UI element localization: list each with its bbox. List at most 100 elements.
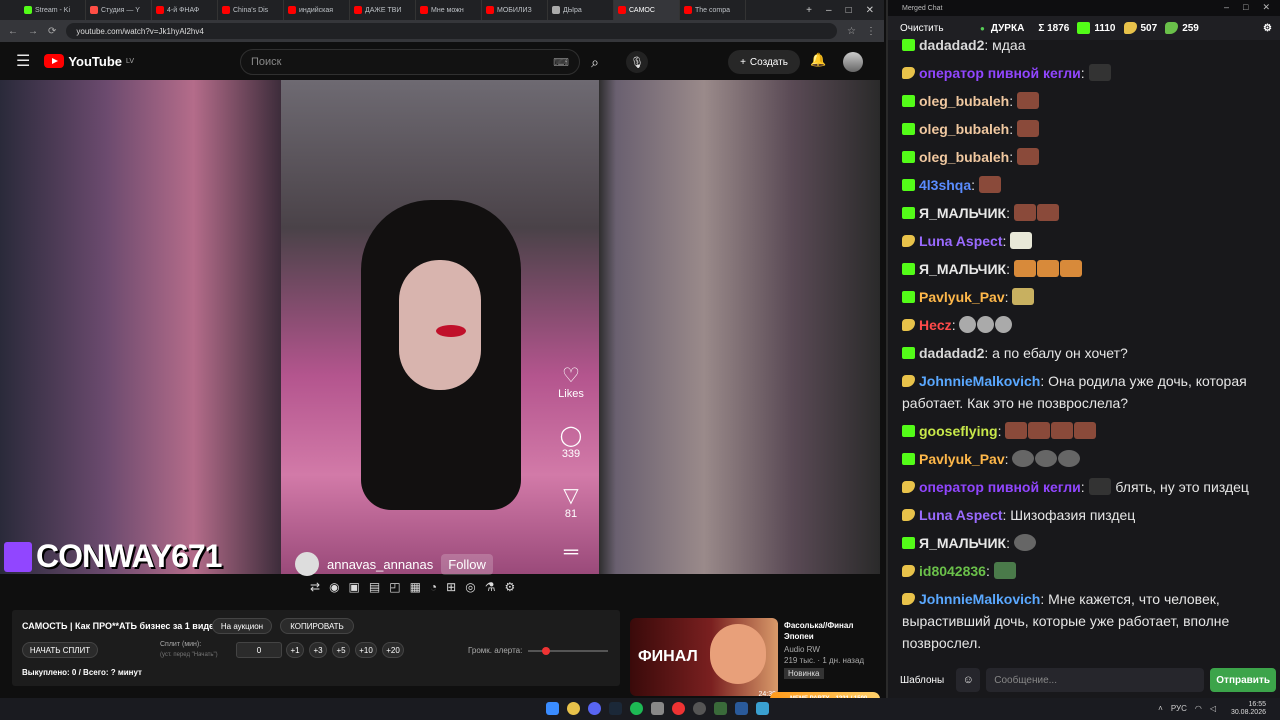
minimize-icon[interactable]: – — [1224, 2, 1229, 13]
channel-avatar[interactable] — [295, 552, 319, 576]
speed-icon[interactable]: ◔ — [430, 580, 437, 594]
chat-username[interactable]: оператор пивной кегли — [919, 65, 1081, 81]
cinema-icon[interactable]: ▣ — [349, 580, 360, 594]
minimize-icon[interactable]: – — [826, 5, 832, 16]
menu-icon[interactable]: ☰ — [16, 51, 30, 71]
send-button[interactable]: Отправить — [1210, 668, 1276, 692]
forward-icon[interactable]: → — [28, 26, 38, 37]
chat-username[interactable]: Pavlyuk_Pav — [919, 451, 1005, 467]
search-input[interactable]: Поиск ⌨ — [240, 49, 580, 75]
browser-tab[interactable]: The compa — [680, 0, 746, 20]
discord-icon[interactable] — [588, 702, 601, 715]
bell-icon[interactable]: 🔔 — [810, 52, 826, 68]
like-button[interactable]: ♡ Likes — [546, 364, 596, 400]
reload-icon[interactable]: ⟳ — [48, 26, 56, 37]
chat-username[interactable]: dadadad2 — [919, 345, 984, 361]
comment-button[interactable]: ◯ 339 — [546, 424, 596, 460]
browser-tab[interactable]: 4-й ФНАФ — [152, 0, 218, 20]
telegram-icon[interactable] — [756, 702, 769, 715]
settings-icon[interactable]: ⚙ — [1263, 23, 1272, 34]
chat-username[interactable]: Luna Aspect — [919, 507, 1003, 523]
chat-username[interactable]: JohnnieMalkovich — [919, 373, 1040, 389]
new-tab-button[interactable]: + — [806, 5, 812, 16]
browser-tab[interactable]: Мне можн — [416, 0, 482, 20]
chat-username[interactable]: oleg_bubaleh — [919, 121, 1009, 137]
chat-username[interactable]: Я_МАЛЬЧИК — [919, 535, 1006, 551]
split-step-button[interactable]: +5 — [332, 642, 350, 658]
emoji-icon[interactable]: ☺ — [956, 668, 981, 692]
tray-chevron-icon[interactable]: ˄ — [1158, 704, 1163, 713]
film-icon[interactable]: ▦ — [410, 580, 421, 594]
gear-icon[interactable]: ⚙ — [504, 580, 515, 594]
message-input[interactable]: Сообщение... — [986, 668, 1205, 692]
auction-button[interactable]: На аукцион — [212, 618, 272, 634]
split-step-button[interactable]: +1 — [286, 642, 304, 658]
split-input[interactable]: 0 — [236, 642, 282, 658]
browser-tab[interactable]: ДЫра — [548, 0, 614, 20]
add-icon[interactable]: ⊞ — [446, 580, 456, 594]
app-icon[interactable] — [651, 702, 664, 715]
browser-tab[interactable]: Студия — Y — [86, 0, 152, 20]
keyboard-icon[interactable]: ⌨ — [553, 56, 569, 69]
chat-username[interactable]: oleg_bubaleh — [919, 93, 1009, 109]
templates-button[interactable]: Шаблоны — [894, 671, 950, 690]
bookmark-icon[interactable]: ☆ — [847, 26, 856, 37]
screenshot-icon[interactable]: ◎ — [465, 580, 475, 594]
obs-icon[interactable] — [693, 702, 706, 715]
chat-username[interactable]: Я_МАЛЬЧИК — [919, 261, 1006, 277]
chat-username[interactable]: 4l3shqa — [919, 177, 971, 193]
recommended-thumbnail[interactable]: ФИНАЛ 24:39 — [630, 618, 778, 698]
maximize-icon[interactable]: □ — [846, 5, 852, 16]
browser-tab[interactable]: САМОС — [614, 0, 680, 20]
spotify-icon[interactable] — [630, 702, 643, 715]
chat-username[interactable]: Luna Aspect — [919, 233, 1003, 249]
split-step-button[interactable]: +20 — [382, 642, 404, 658]
clapper-icon[interactable]: ▤ — [369, 580, 380, 594]
alert-volume-slider[interactable] — [528, 647, 608, 655]
more-icon[interactable]: ═ — [546, 540, 596, 564]
app-icon[interactable] — [672, 702, 685, 715]
split-step-button[interactable]: +3 — [309, 642, 327, 658]
browser-tab[interactable]: Stream - Ki — [20, 0, 86, 20]
browser-tab[interactable]: ДАЖЕ ТВИ — [350, 0, 416, 20]
maximize-icon[interactable]: □ — [1243, 2, 1248, 13]
chat-username[interactable]: id8042836 — [919, 563, 986, 579]
clear-button[interactable]: Очистить — [900, 23, 946, 34]
start-split-button[interactable]: НАЧАТЬ СПЛИТ — [22, 642, 98, 658]
user-avatar[interactable] — [843, 52, 863, 72]
video-player[interactable]: ♡ Likes ◯ 339 ▽ 81 ═ annavas_annanas Follow… — [0, 80, 880, 576]
follow-button[interactable]: Follow — [441, 553, 493, 575]
search-button[interactable]: ⌕ — [580, 49, 610, 75]
extensions-icon[interactable]: ⋮ — [866, 26, 876, 37]
chat-username[interactable]: JohnnieMalkovich — [919, 591, 1040, 607]
channel-name[interactable]: annavas_annanas — [327, 557, 433, 572]
share-button[interactable]: ▽ 81 — [546, 484, 596, 520]
chat-username[interactable]: dadadad2 — [919, 37, 984, 53]
chat-username[interactable]: Hecz — [919, 317, 952, 333]
chat-username[interactable]: Я_МАЛЬЧИК — [919, 205, 1006, 221]
browser-tab[interactable]: МОБИЛИЗ — [482, 0, 548, 20]
audio-icon[interactable]: ◉ — [329, 580, 339, 594]
frame-icon[interactable]: ◰ — [389, 580, 400, 594]
volume-icon[interactable]: ◁ — [1210, 704, 1216, 713]
recommended-info[interactable]: Фасолька//Финал Эпопеи Audio RW 219 тыс.… — [784, 620, 878, 679]
wifi-icon[interactable]: ◠ — [1195, 704, 1202, 713]
youtube-logo[interactable]: YouTube LV — [44, 54, 134, 69]
create-button[interactable]: + Создать — [728, 50, 800, 74]
close-icon[interactable]: ✕ — [1262, 2, 1270, 13]
app-icon[interactable] — [714, 702, 727, 715]
steam-icon[interactable] — [609, 702, 622, 715]
chat-username[interactable]: gooseflying — [919, 423, 998, 439]
slider-thumb[interactable] — [542, 647, 550, 655]
back-icon[interactable]: ← — [8, 26, 18, 37]
flask-icon[interactable]: ⚗ — [485, 580, 496, 594]
split-step-button[interactable]: +10 — [355, 642, 377, 658]
clock[interactable]: 16:55 30.08.2026 — [1231, 701, 1266, 717]
copy-button[interactable]: КОПИРОВАТЬ — [280, 618, 354, 634]
close-icon[interactable]: ✕ — [866, 5, 874, 16]
chat-username[interactable]: Pavlyuk_Pav — [919, 289, 1005, 305]
loop-icon[interactable]: ⇄ — [310, 580, 320, 594]
browser-tab[interactable]: China's Dis — [218, 0, 284, 20]
url-input[interactable]: youtube.com/watch?v=Jk1hyAl2hv4 — [66, 23, 838, 39]
chat-username[interactable]: oleg_bubaleh — [919, 149, 1009, 165]
